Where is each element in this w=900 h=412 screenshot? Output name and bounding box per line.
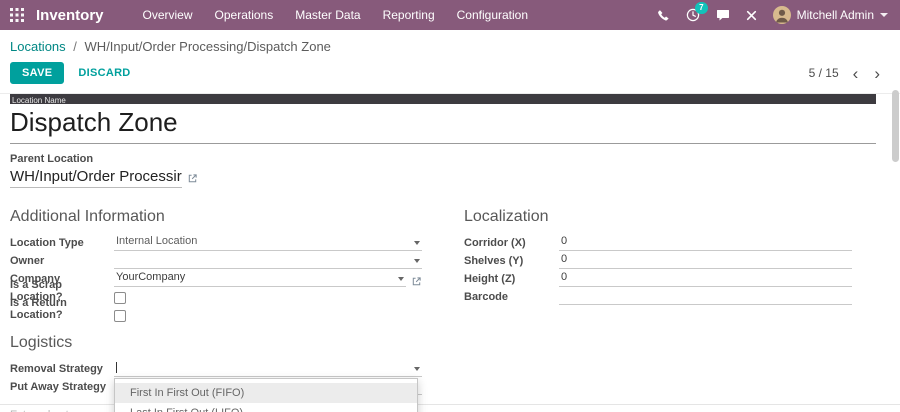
return-location-row: Is a Return Location? — [10, 307, 422, 323]
logistics-heading: Logistics — [10, 334, 422, 352]
activity-count-badge: 7 — [695, 2, 707, 14]
location-type-select[interactable]: Internal Location — [114, 235, 422, 251]
dropdown-option-fifo[interactable]: First In First Out (FIFO) — [115, 383, 417, 403]
removal-strategy-label: Removal Strategy — [10, 363, 114, 377]
corridor-value: 0 — [561, 235, 567, 247]
breadcrumb-locations-link[interactable]: Locations — [10, 39, 66, 54]
app-title[interactable]: Inventory — [36, 7, 104, 24]
height-row: Height (Z) 0 — [464, 271, 852, 287]
location-name-input[interactable]: Dispatch Zone — [10, 104, 876, 144]
external-link-icon[interactable] — [411, 276, 422, 287]
chevron-down-icon — [880, 13, 888, 17]
barcode-input[interactable] — [559, 290, 852, 305]
corridor-label: Corridor (X) — [464, 237, 559, 251]
corridor-input[interactable]: 0 — [559, 235, 852, 251]
apps-grid-icon[interactable] — [10, 8, 24, 22]
user-name: Mitchell Admin — [797, 8, 874, 22]
control-panel: Locations / WH/Input/Order Processing/Di… — [0, 30, 900, 94]
additional-information-group: Additional Information Location Type Int… — [10, 208, 422, 325]
logistics-group: Logistics Removal Strategy Put Away Stra… — [10, 334, 422, 395]
external-link-icon[interactable] — [187, 173, 198, 184]
form-sheet: Location Name Dispatch Zone Parent Locat… — [0, 94, 900, 412]
phone-icon[interactable] — [657, 9, 670, 22]
save-button[interactable]: SAVE — [10, 62, 64, 84]
scrolled-label-strip: Location Name — [10, 94, 876, 104]
localization-group: Localization Corridor (X) 0 Shelves (Y) … — [464, 208, 876, 325]
return-location-label: Is a Return Location? — [10, 297, 114, 323]
text-cursor — [116, 362, 117, 373]
breadcrumb-separator: / — [73, 39, 77, 54]
height-input[interactable]: 0 — [559, 271, 852, 287]
company-select[interactable]: YourCompany — [114, 271, 406, 287]
shelves-row: Shelves (Y) 0 — [464, 253, 852, 269]
pager-count: 5 / 15 — [809, 66, 839, 80]
owner-select[interactable] — [114, 254, 422, 269]
location-name-label: Location Name — [12, 96, 66, 104]
chevron-down-icon — [414, 259, 420, 263]
barcode-label: Barcode — [464, 291, 559, 305]
location-type-value: Internal Location — [116, 235, 197, 247]
top-navbar: Inventory Overview Operations Master Dat… — [0, 0, 900, 30]
vertical-scrollbar[interactable] — [892, 90, 899, 162]
form-actions: SAVE DISCARD 5 / 15 ‹ › — [10, 61, 882, 93]
parent-location-field: Parent Location WH/Input/Order Processir — [10, 153, 876, 188]
shelves-input[interactable]: 0 — [559, 253, 852, 269]
location-type-row: Location Type Internal Location — [10, 235, 422, 251]
shelves-label: Shelves (Y) — [464, 255, 559, 269]
height-label: Height (Z) — [464, 273, 559, 287]
user-avatar — [773, 6, 791, 24]
chevron-down-icon — [414, 241, 420, 245]
owner-label: Owner — [10, 255, 114, 269]
localization-heading: Localization — [464, 208, 852, 226]
menu-operations[interactable]: Operations — [204, 3, 285, 27]
removal-strategy-select[interactable] — [114, 361, 422, 377]
activity-clock-icon[interactable]: 7 — [686, 8, 700, 22]
company-value: YourCompany — [116, 271, 185, 283]
main-menu: Overview Operations Master Data Reportin… — [132, 3, 540, 27]
height-value: 0 — [561, 271, 567, 283]
breadcrumb-current: WH/Input/Order Processing/Dispatch Zone — [85, 39, 331, 54]
removal-strategy-row: Removal Strategy — [10, 361, 422, 377]
menu-reporting[interactable]: Reporting — [372, 3, 446, 27]
parent-location-input[interactable]: WH/Input/Order Processir — [10, 168, 182, 188]
breadcrumb: Locations / WH/Input/Order Processing/Di… — [10, 36, 882, 61]
navbar-systray: 7 Mitchell Admin — [657, 6, 888, 24]
return-location-checkbox[interactable] — [114, 310, 126, 322]
location-type-label: Location Type — [10, 237, 114, 251]
parent-location-label: Parent Location — [10, 153, 876, 165]
menu-configuration[interactable]: Configuration — [446, 3, 539, 27]
pager-prev-button[interactable]: ‹ — [851, 65, 861, 82]
owner-row: Owner — [10, 253, 422, 269]
menu-master-data[interactable]: Master Data — [284, 3, 371, 27]
pager: 5 / 15 ‹ › — [809, 65, 882, 82]
scrap-location-checkbox[interactable] — [114, 292, 126, 304]
barcode-row: Barcode — [464, 289, 852, 305]
user-menu[interactable]: Mitchell Admin — [773, 6, 888, 24]
additional-information-heading: Additional Information — [10, 208, 422, 226]
close-icon[interactable] — [746, 10, 757, 21]
shelves-value: 0 — [561, 253, 567, 265]
menu-overview[interactable]: Overview — [132, 3, 204, 27]
chevron-down-icon — [414, 367, 420, 371]
inventory-app-window: Inventory Overview Operations Master Dat… — [0, 0, 900, 412]
pager-next-button[interactable]: › — [872, 65, 882, 82]
discard-button[interactable]: DISCARD — [78, 67, 130, 79]
putaway-strategy-label: Put Away Strategy — [10, 381, 114, 395]
messages-icon[interactable] — [716, 9, 730, 22]
removal-strategy-dropdown: First In First Out (FIFO) Last In First … — [114, 378, 418, 412]
dropdown-option-lifo[interactable]: Last In First Out (LIFO) — [115, 403, 417, 412]
form-columns: Additional Information Location Type Int… — [10, 208, 876, 325]
chevron-down-icon — [398, 277, 404, 281]
corridor-row: Corridor (X) 0 — [464, 235, 852, 251]
parent-location-value: WH/Input/Order Processir — [10, 168, 182, 185]
